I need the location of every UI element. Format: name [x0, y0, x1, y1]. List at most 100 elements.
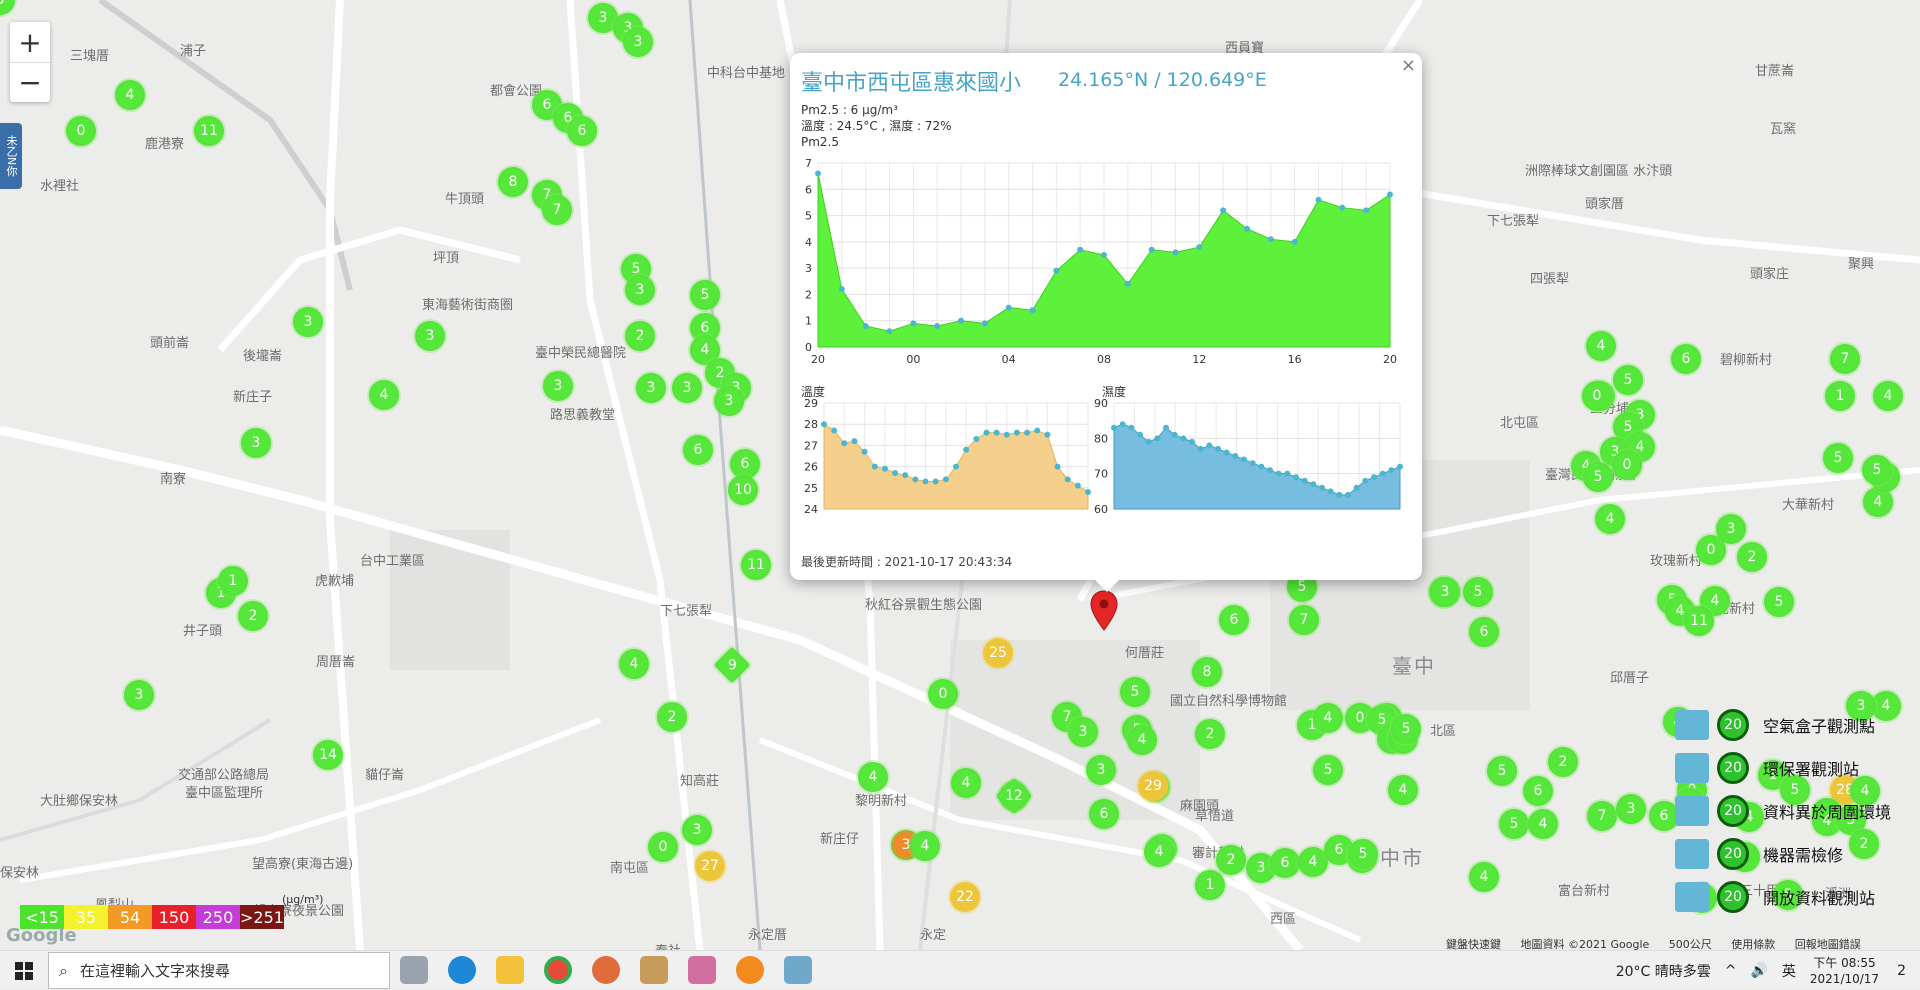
station-marker[interactable]: 3: [124, 680, 154, 710]
station-marker[interactable]: 4: [1469, 862, 1499, 892]
station-marker[interactable]: 3: [241, 428, 271, 458]
station-marker[interactable]: 3: [636, 373, 666, 403]
station-marker[interactable]: 4: [951, 768, 981, 798]
station-marker[interactable]: 6: [1089, 799, 1119, 829]
station-marker[interactable]: 4: [1595, 504, 1625, 534]
station-marker[interactable]: 1: [1825, 381, 1855, 411]
app-icon-1[interactable]: [592, 956, 620, 984]
station-marker[interactable]: 14: [313, 740, 343, 770]
station-marker[interactable]: 3: [415, 321, 445, 351]
app-icon-4[interactable]: [784, 956, 812, 984]
station-marker[interactable]: 4: [858, 762, 888, 792]
google-logo[interactable]: Google: [6, 925, 77, 946]
station-marker[interactable]: 1: [218, 566, 248, 596]
station-marker[interactable]: 4: [1586, 331, 1616, 361]
station-marker[interactable]: 6: [1219, 605, 1249, 635]
station-marker[interactable]: 4: [1127, 725, 1157, 755]
station-marker[interactable]: 3: [293, 307, 323, 337]
station-marker[interactable]: 5: [1764, 587, 1794, 617]
station-marker[interactable]: 2: [1548, 747, 1578, 777]
station-marker[interactable]: 2: [1737, 542, 1767, 572]
station-marker[interactable]: 4: [1873, 381, 1903, 411]
station-marker[interactable]: 4: [1388, 775, 1418, 805]
side-panel-tab[interactable]: 未乙N你: [0, 123, 22, 189]
station-marker[interactable]: 3: [1430, 577, 1460, 607]
station-marker[interactable]: 3: [1716, 514, 1746, 544]
app-icon-2[interactable]: [640, 956, 668, 984]
ime-indicator[interactable]: 英: [1782, 961, 1796, 981]
station-marker[interactable]: 0: [1582, 381, 1612, 411]
station-marker[interactable]: 11: [741, 550, 771, 580]
close-icon[interactable]: ×: [1401, 55, 1416, 76]
station-marker[interactable]: 5: [1313, 755, 1343, 785]
station-marker[interactable]: 6: [1523, 776, 1553, 806]
zoom-out-button[interactable]: −: [10, 62, 50, 102]
tray-chevron-icon[interactable]: ^: [1725, 963, 1737, 979]
task-view-icon[interactable]: [400, 956, 428, 984]
station-marker[interactable]: 6: [1469, 617, 1499, 647]
station-marker[interactable]: 8: [498, 167, 528, 197]
station-marker[interactable]: 7: [1587, 801, 1617, 831]
station-marker[interactable]: 0: [648, 832, 678, 862]
station-marker[interactable]: 11: [194, 116, 224, 146]
station-marker[interactable]: 2: [1195, 719, 1225, 749]
station-marker[interactable]: 4: [1528, 809, 1558, 839]
station-marker[interactable]: 6: [567, 116, 597, 146]
station-marker[interactable]: 7: [1289, 605, 1319, 635]
station-marker[interactable]: 5: [1499, 809, 1529, 839]
station-marker[interactable]: 25: [983, 638, 1013, 668]
station-marker[interactable]: 6: [1671, 344, 1701, 374]
station-marker[interactable]: 8: [1192, 657, 1222, 687]
zoom-in-button[interactable]: +: [10, 22, 50, 62]
station-marker[interactable]: 2: [657, 702, 687, 732]
taskbar-search[interactable]: ⌕ 在這裡輸入文字來搜尋: [48, 952, 390, 989]
weather-widget[interactable]: 20°C 晴時多雲: [1616, 961, 1711, 981]
station-marker[interactable]: 5: [1391, 714, 1421, 744]
station-marker[interactable]: 7: [1830, 344, 1860, 374]
station-marker[interactable]: 27: [695, 851, 725, 881]
station-marker[interactable]: 2: [625, 321, 655, 351]
station-marker[interactable]: 0: [66, 116, 96, 146]
station-marker[interactable]: 22: [950, 882, 980, 912]
station-marker[interactable]: 4: [910, 831, 940, 861]
start-button[interactable]: [0, 951, 48, 990]
station-marker[interactable]: 11: [1684, 606, 1714, 636]
station-marker[interactable]: 6: [1270, 848, 1300, 878]
station-marker[interactable]: 3: [625, 275, 655, 305]
station-marker[interactable]: 3: [714, 386, 744, 416]
notification-icon[interactable]: 2: [1897, 963, 1906, 979]
station-marker[interactable]: 1: [1195, 870, 1225, 900]
station-marker[interactable]: 3: [543, 371, 573, 401]
station-marker[interactable]: 5: [1583, 462, 1613, 492]
station-marker[interactable]: 3: [682, 815, 712, 845]
station-marker[interactable]: 5: [1487, 756, 1517, 786]
station-marker[interactable]: 6: [683, 435, 713, 465]
station-marker[interactable]: 5: [690, 280, 720, 310]
station-marker[interactable]: 2: [238, 601, 268, 631]
chrome-icon[interactable]: [544, 956, 572, 984]
station-marker[interactable]: 3: [1616, 794, 1646, 824]
station-marker[interactable]: 3: [672, 373, 702, 403]
station-marker[interactable]: 5: [1823, 443, 1853, 473]
file-explorer-icon[interactable]: [496, 956, 524, 984]
station-marker[interactable]: 5: [1862, 455, 1892, 485]
station-marker[interactable]: 4: [1313, 703, 1343, 733]
station-marker[interactable]: 2: [1216, 845, 1246, 875]
station-marker[interactable]: 3: [623, 27, 653, 57]
app-icon-3[interactable]: [688, 956, 716, 984]
station-marker[interactable]: 5: [1348, 839, 1378, 869]
clock[interactable]: 下午 08:55 2021/10/17: [1810, 955, 1879, 987]
station-marker[interactable]: 0: [928, 679, 958, 709]
station-marker[interactable]: 10: [728, 475, 758, 505]
station-marker[interactable]: 4: [369, 380, 399, 410]
station-marker[interactable]: 4: [1144, 837, 1174, 867]
station-marker[interactable]: 5: [1463, 577, 1493, 607]
station-marker[interactable]: 7: [542, 195, 572, 225]
station-marker[interactable]: 5: [1120, 677, 1150, 707]
edge-icon[interactable]: [448, 956, 476, 984]
station-marker[interactable]: 4: [115, 80, 145, 110]
station-marker[interactable]: 29: [1138, 771, 1168, 801]
station-marker[interactable]: 3: [1068, 717, 1098, 747]
station-marker[interactable]: 4: [619, 649, 649, 679]
station-marker[interactable]: 0: [1612, 450, 1642, 480]
